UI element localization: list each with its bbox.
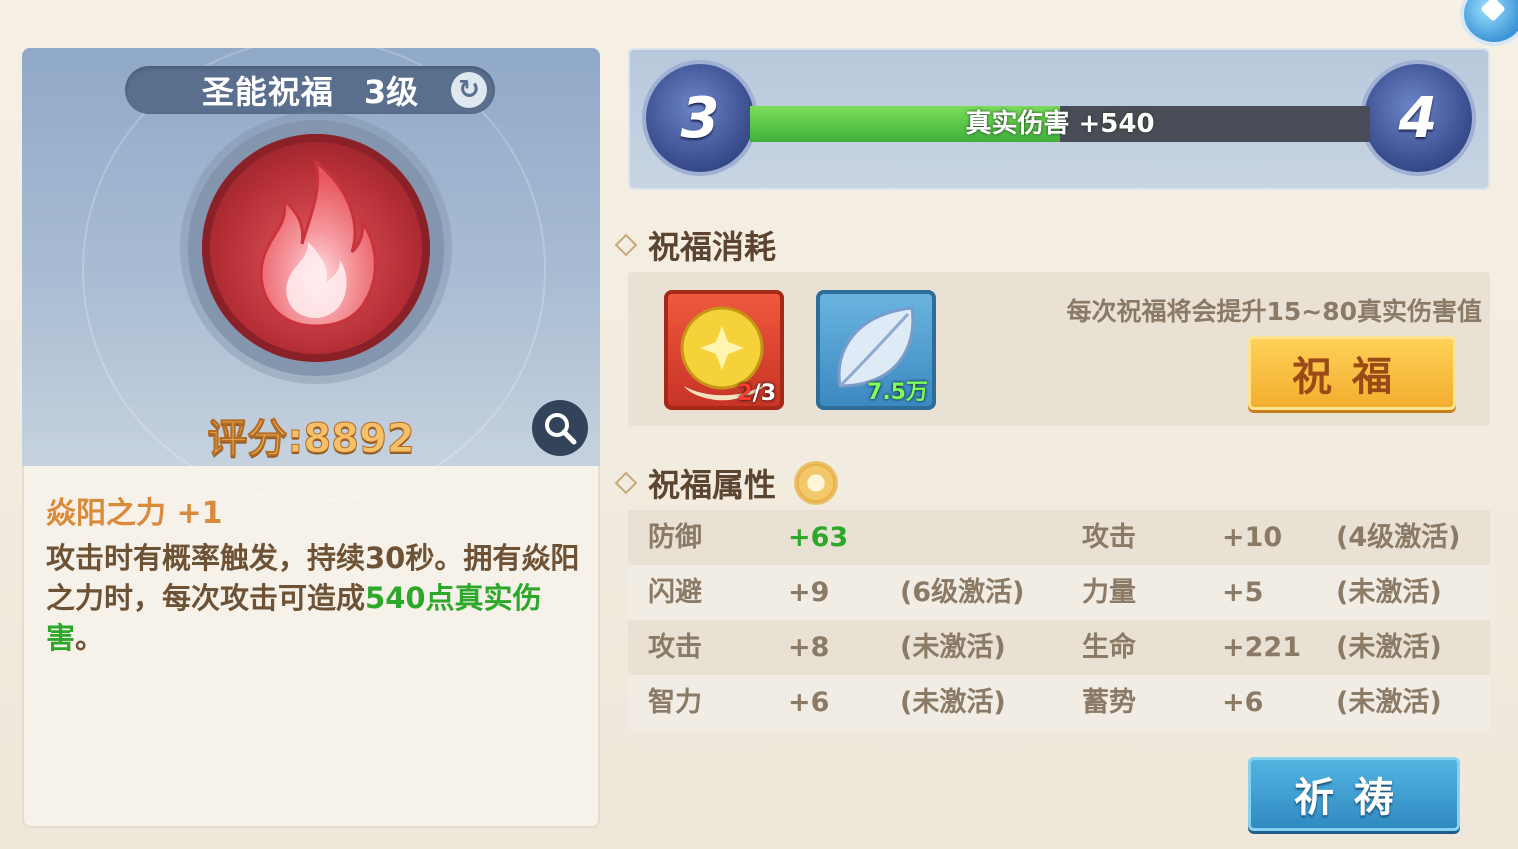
game-window: 圣能祝福 3级 ↻ 评分:8892 焱阳之力 +1 攻击时有概率触发，持续30秒… [0, 0, 1518, 849]
attr-name: 蓄势 [1082, 687, 1136, 718]
blessing-level: 3级 [363, 73, 419, 111]
cost-item-leaf[interactable]: 7.5万 [816, 290, 936, 410]
table-row: 攻击 +8 (未激活) 生命 +221 (未激活) [628, 620, 1490, 675]
leaf-count: 7.5万 [867, 380, 928, 405]
gem-icon[interactable] [1464, 0, 1518, 42]
attr-section-heading: 祝福属性 [614, 460, 837, 506]
skill-desc-end: 。 [75, 621, 105, 655]
attribute-table: 防御 +63 攻击 +10 (4级激活) 闪避 +9 (6级激活) 力量 +5 … [628, 510, 1490, 730]
attr-value: +6 [1222, 687, 1264, 718]
gem-count: 2/3 [737, 381, 776, 406]
attr-value: +63 [788, 522, 849, 553]
attr-value: +8 [788, 632, 830, 663]
flame-icon [259, 158, 377, 328]
skill-name: 焱阳之力 +1 [46, 496, 223, 531]
bless-button[interactable]: 祝福 [1248, 336, 1456, 410]
blessing-name: 圣能祝福 [201, 73, 334, 111]
blessing-title-bar: 圣能祝福 3级 ↻ [125, 66, 495, 114]
next-level-badge: 4 [1364, 64, 1472, 172]
blessing-detail-panel: 圣能祝福 3级 ↻ 评分:8892 焱阳之力 +1 攻击时有概率触发，持续30秒… [22, 48, 600, 828]
cost-section-title: 祝福消耗 [648, 228, 777, 266]
attr-name: 攻击 [1082, 522, 1136, 553]
magnifier-icon[interactable] [532, 400, 588, 456]
diamond-bullet-icon [614, 233, 638, 257]
pray-button[interactable]: 祈祷 [1248, 757, 1460, 831]
attr-value: +221 [1222, 632, 1301, 663]
attr-value: +9 [788, 577, 830, 608]
attr-name: 生命 [1082, 632, 1136, 663]
attr-value: +5 [1222, 577, 1264, 608]
search-glyph [545, 413, 577, 445]
blessing-score: 评分:8892 [207, 416, 415, 463]
progress-bar: 真实伤害 +540 [750, 106, 1370, 142]
attr-name: 智力 [648, 687, 702, 718]
attr-status: (未激活) [1336, 577, 1442, 608]
progress-bonus-text: 真实伤害 +540 [965, 109, 1155, 139]
table-row: 防御 +63 攻击 +10 (4级激活) [628, 510, 1490, 565]
attr-status: (未激活) [900, 687, 1006, 718]
attr-name: 闪避 [648, 577, 702, 608]
cost-item-gem[interactable]: 2/3 [664, 290, 784, 410]
attr-status: (未激活) [1336, 632, 1442, 663]
attr-status: (未激活) [900, 632, 1006, 663]
cost-section-heading: 祝福消耗 [614, 222, 777, 268]
attr-value: +10 [1222, 522, 1283, 553]
attr-name: 攻击 [648, 632, 702, 663]
attr-name: 防御 [648, 522, 702, 553]
attr-name: 力量 [1082, 577, 1136, 608]
blessing-header-area: 圣能祝福 3级 ↻ 评分:8892 [22, 48, 600, 502]
skill-description: 攻击时有概率触发，持续30秒。拥有焱阳之力时，每次攻击可造成540点真实伤害。 [46, 538, 586, 658]
attr-section-title: 祝福属性 [648, 466, 777, 504]
gem-required: 3 [760, 381, 776, 406]
refresh-icon[interactable]: ↻ [451, 72, 487, 108]
attr-value: +6 [788, 687, 830, 718]
current-level-badge: 3 [646, 64, 754, 172]
attr-status: (未激活) [1336, 687, 1442, 718]
gem-owned: 2 [737, 381, 753, 406]
attr-status: (4级激活) [1336, 522, 1461, 553]
cost-note: 每次祝福将会提升15~80真实伤害值 [1066, 297, 1482, 326]
table-row: 闪避 +9 (6级激活) 力量 +5 (未激活) [628, 565, 1490, 620]
flame-orb [202, 134, 430, 362]
attribute-info-icon[interactable] [796, 463, 837, 503]
attr-status: (6级激活) [900, 577, 1025, 608]
next-level: 4 [1398, 85, 1438, 151]
current-level: 3 [680, 85, 720, 151]
diamond-bullet-icon [614, 471, 638, 495]
cost-panel: 2/3 7.5万 每次祝福将会提升15~80真实伤害值 祝福 [628, 272, 1490, 426]
gem-separator: / [752, 381, 761, 406]
table-row: 智力 +6 (未激活) 蓄势 +6 (未激活) [628, 675, 1490, 730]
blessing-orb [188, 120, 444, 376]
